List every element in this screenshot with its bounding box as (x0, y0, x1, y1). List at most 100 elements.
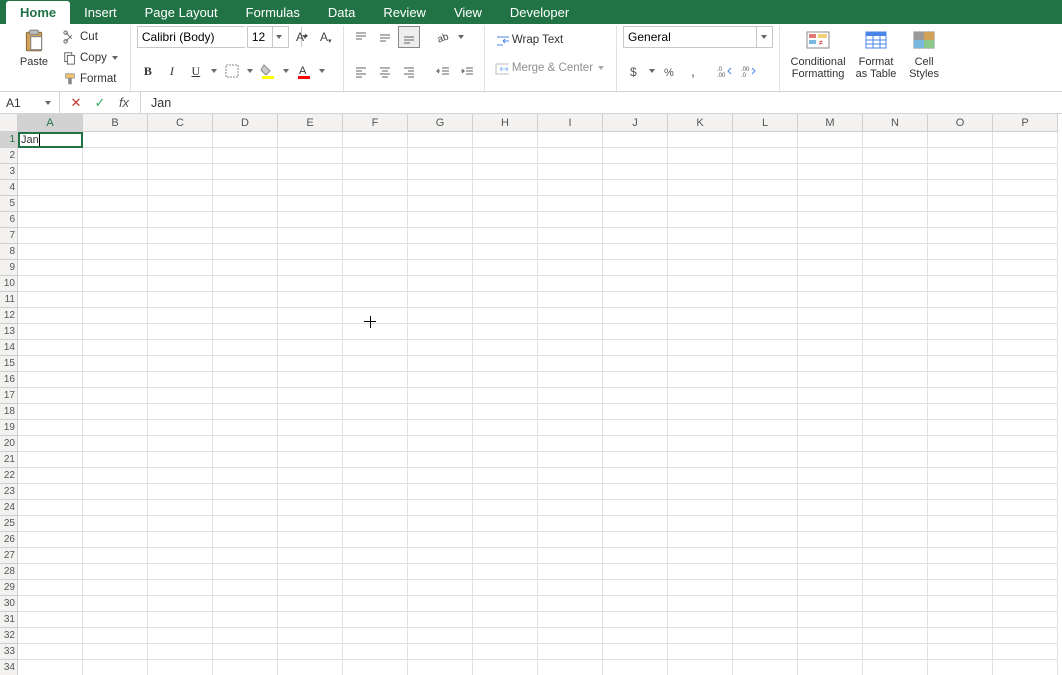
cell[interactable] (733, 532, 798, 548)
cell[interactable] (83, 644, 148, 660)
cell[interactable] (473, 436, 538, 452)
row-header[interactable]: 27 (0, 548, 18, 564)
tab-page-layout[interactable]: Page Layout (131, 0, 232, 24)
cell[interactable] (473, 164, 538, 180)
cell[interactable] (668, 260, 733, 276)
cell[interactable] (83, 228, 148, 244)
cell[interactable] (343, 356, 408, 372)
cell[interactable] (733, 388, 798, 404)
cell[interactable] (798, 372, 863, 388)
cell[interactable] (668, 388, 733, 404)
cell[interactable] (213, 660, 278, 675)
tab-data[interactable]: Data (314, 0, 369, 24)
cell[interactable] (993, 436, 1058, 452)
cell[interactable] (213, 484, 278, 500)
cell[interactable] (408, 628, 473, 644)
cell[interactable] (83, 532, 148, 548)
cell[interactable] (863, 372, 928, 388)
cell[interactable] (603, 404, 668, 420)
cell[interactable] (733, 340, 798, 356)
cell[interactable] (18, 580, 83, 596)
cell[interactable] (863, 244, 928, 260)
cell[interactable] (733, 660, 798, 675)
cell[interactable] (863, 388, 928, 404)
cell[interactable] (83, 260, 148, 276)
column-header[interactable]: A (18, 114, 83, 132)
align-top-button[interactable] (350, 26, 372, 48)
tab-insert[interactable]: Insert (70, 0, 131, 24)
borders-dropdown[interactable] (245, 69, 255, 73)
cell[interactable] (278, 628, 343, 644)
row-header[interactable]: 15 (0, 356, 18, 372)
cell[interactable] (18, 436, 83, 452)
cell[interactable] (213, 292, 278, 308)
cell[interactable] (213, 596, 278, 612)
cell[interactable] (603, 564, 668, 580)
cell[interactable] (18, 308, 83, 324)
cell[interactable] (278, 500, 343, 516)
cell[interactable] (408, 660, 473, 675)
cell[interactable] (408, 196, 473, 212)
row-header[interactable]: 19 (0, 420, 18, 436)
cell[interactable] (863, 356, 928, 372)
cell[interactable] (538, 356, 603, 372)
cell[interactable] (213, 276, 278, 292)
cell[interactable] (863, 644, 928, 660)
cell[interactable] (278, 532, 343, 548)
cell[interactable] (343, 580, 408, 596)
cell[interactable] (18, 468, 83, 484)
cell[interactable] (408, 388, 473, 404)
cell[interactable] (993, 388, 1058, 404)
cell[interactable] (798, 660, 863, 675)
cell[interactable] (473, 500, 538, 516)
cell[interactable] (83, 324, 148, 340)
select-all-corner[interactable] (0, 114, 18, 132)
cell[interactable] (798, 516, 863, 532)
cell[interactable] (733, 516, 798, 532)
cell[interactable] (603, 260, 668, 276)
cell[interactable] (83, 468, 148, 484)
cell[interactable] (733, 420, 798, 436)
paste-button[interactable]: Paste (10, 26, 58, 70)
cell[interactable] (603, 612, 668, 628)
cell[interactable] (18, 180, 83, 196)
cell[interactable] (928, 276, 993, 292)
cell[interactable] (213, 612, 278, 628)
cell[interactable] (798, 468, 863, 484)
cell[interactable] (408, 452, 473, 468)
merge-center-button[interactable]: Merge & Center (491, 54, 610, 82)
fill-color-dropdown[interactable] (281, 69, 291, 73)
align-center-button[interactable] (374, 60, 396, 82)
row-header[interactable]: 7 (0, 228, 18, 244)
cell[interactable] (863, 324, 928, 340)
cell[interactable] (408, 420, 473, 436)
cell[interactable] (668, 324, 733, 340)
row-header[interactable]: 17 (0, 388, 18, 404)
column-header[interactable]: C (148, 114, 213, 132)
cell[interactable] (473, 516, 538, 532)
cell[interactable] (343, 372, 408, 388)
cell[interactable] (798, 196, 863, 212)
row-header[interactable]: 11 (0, 292, 18, 308)
column-header[interactable]: E (278, 114, 343, 132)
cell[interactable] (993, 164, 1058, 180)
cell[interactable] (278, 436, 343, 452)
cell[interactable] (408, 324, 473, 340)
cell[interactable] (668, 340, 733, 356)
cell[interactable] (343, 596, 408, 612)
cell[interactable] (863, 260, 928, 276)
cell[interactable] (18, 596, 83, 612)
cell[interactable] (863, 340, 928, 356)
cell[interactable] (213, 196, 278, 212)
cell[interactable] (798, 404, 863, 420)
cell[interactable] (733, 148, 798, 164)
cell[interactable] (538, 612, 603, 628)
row-header[interactable]: 18 (0, 404, 18, 420)
cell[interactable] (798, 388, 863, 404)
row-header[interactable]: 16 (0, 372, 18, 388)
cell[interactable] (148, 612, 213, 628)
cell[interactable] (928, 484, 993, 500)
cell[interactable] (213, 548, 278, 564)
cell[interactable] (473, 324, 538, 340)
cell[interactable] (343, 612, 408, 628)
